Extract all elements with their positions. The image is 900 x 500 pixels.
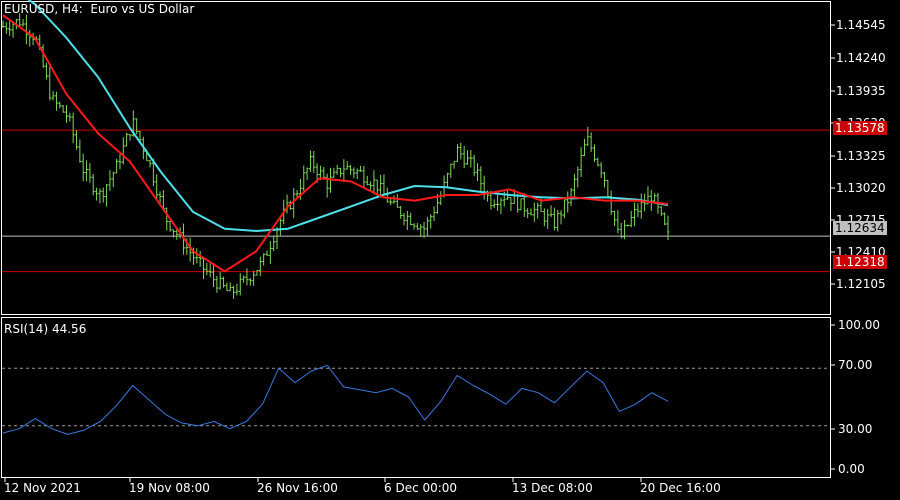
chart-title: EURUSD, H4: Euro vs US Dollar xyxy=(4,2,195,16)
rsi-panel-frame xyxy=(1,317,831,478)
rsi-line xyxy=(2,364,669,435)
ma-fast-line xyxy=(2,14,669,273)
chart-canvas[interactable] xyxy=(0,0,900,500)
rsi-tick: 0.00 xyxy=(838,462,865,476)
rsi-tick: 70.00 xyxy=(838,358,873,372)
price-tick: 1.13325 xyxy=(836,149,886,163)
support-price-tag: 1.12318 xyxy=(833,255,887,269)
rsi-tick: 100.00 xyxy=(838,318,880,332)
time-tick: 6 Dec 00:00 xyxy=(384,481,458,495)
rsi-tick: 30.00 xyxy=(838,422,873,436)
time-tick: 13 Dec 08:00 xyxy=(512,481,593,495)
ma-slow-line xyxy=(27,0,669,232)
price-panel xyxy=(1,0,835,315)
price-tick: 1.12105 xyxy=(836,277,886,291)
time-tick: 12 Nov 2021 xyxy=(4,481,81,495)
price-tick: 1.14240 xyxy=(836,51,886,65)
time-tick: 20 Dec 16:00 xyxy=(640,481,721,495)
rsi-label: RSI(14) xyxy=(4,322,49,336)
description-label: Euro vs US Dollar xyxy=(90,2,195,16)
time-tick: 19 Nov 08:00 xyxy=(129,481,210,495)
rsi-title: RSI(14) 44.56 xyxy=(4,322,86,336)
rsi-value: 44.56 xyxy=(51,322,87,336)
price-tick: 1.13020 xyxy=(836,181,886,195)
timeframe-label: H4 xyxy=(61,2,79,16)
rsi-panel xyxy=(1,317,835,482)
resistance-price-tag: 1.13578 xyxy=(833,121,887,135)
symbol-label: EURUSD xyxy=(4,2,55,16)
price-tick: 1.14545 xyxy=(836,18,886,32)
time-tick: 26 Nov 16:00 xyxy=(257,481,338,495)
current-price-tag: 1.12634 xyxy=(833,221,887,235)
price-tick: 1.13935 xyxy=(836,84,886,98)
